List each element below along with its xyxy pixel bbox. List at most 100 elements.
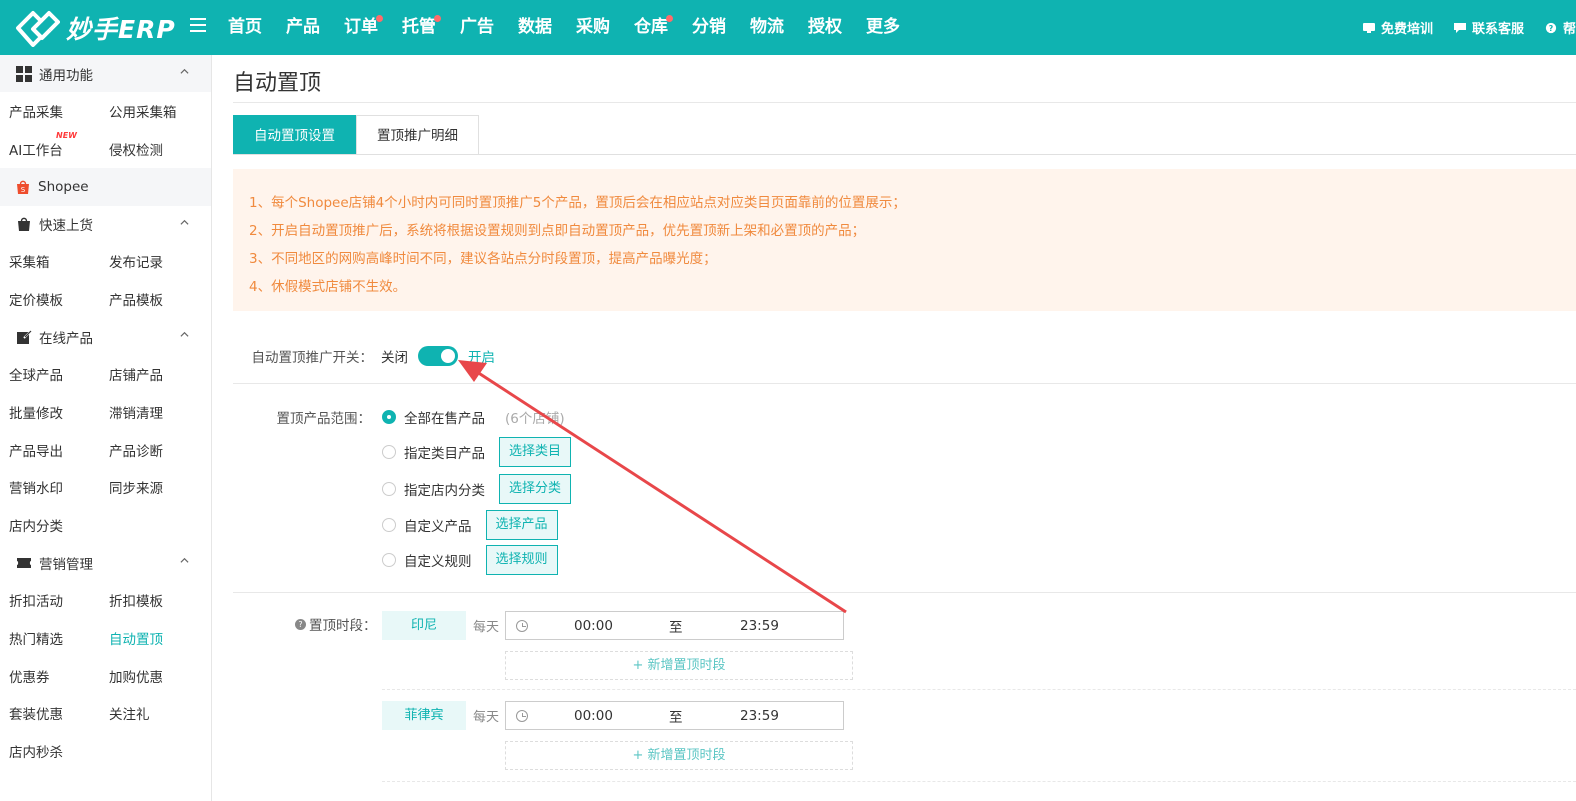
range-option-custom-products[interactable]: 自定义产品 选择产品 [382,510,558,540]
support-link[interactable]: 联系客服 [1453,18,1524,37]
nav-item-8[interactable]: 分销 [692,0,726,55]
select-category-button[interactable]: 选择类目 [499,437,572,467]
sidebar-item-product-collect[interactable]: 产品采集 [0,101,100,121]
question-icon[interactable]: ? [295,618,306,630]
sidebar-platform-shopee[interactable]: S Shopee [0,167,211,206]
chevron-up-icon[interactable] [180,218,189,227]
sidebar-item-marketing-watermark[interactable]: 营销水印 [0,477,100,497]
nav-item-0[interactable]: 首页 [228,0,262,55]
nav-item-4[interactable]: 广告 [460,0,494,55]
sidebar-item-bulk-edit[interactable]: 批量修改 [0,402,100,422]
add-time-slot-button[interactable]: + 新增置顶时段 [505,651,853,680]
nav-item-9[interactable]: 物流 [750,0,784,55]
nav-item-label: 仓库 [634,17,668,37]
nav-item-11[interactable]: 更多 [866,0,900,55]
tabs-divider [233,154,1576,155]
chevron-up-icon[interactable] [180,67,189,76]
nav-item-1[interactable]: 产品 [286,0,320,55]
range-option-custom-rules[interactable]: 自定义规则 选择规则 [382,545,558,575]
logo-text: 妙手ERP [66,15,176,44]
radio-label: 指定类目产品 [404,446,485,462]
sidebar-group-online-products[interactable]: 在线产品 [0,318,211,355]
time-range-picker[interactable]: 00:00 至 23:59 [505,701,844,730]
notice-box: 1、每个Shopee店铺4个小时内可同时置顶推广5个产品，置顶后会在相应站点对应… [233,169,1576,311]
sidebar-item-product-export[interactable]: 产品导出 [0,440,100,460]
sidebar-item-bundle-deal[interactable]: 套装优惠 [0,703,100,723]
sidebar-item-label: AI工作台 [9,142,63,159]
switch-label: 自动置顶推广开关： [251,350,374,366]
grid-icon [16,65,32,82]
sidebar-item-infringement-check[interactable]: 侵权检测 [100,139,200,159]
ticket-icon [17,557,31,568]
auto-top-toggle[interactable] [418,346,458,366]
start-time: 00:00 [574,617,613,634]
add-time-slot-button[interactable]: + 新增置顶时段 [505,741,853,770]
sidebar-item-auto-top[interactable]: 自动置顶 [100,628,200,648]
nav-item-3[interactable]: 托管 [402,0,441,55]
sidebar-item-follow-prize[interactable]: 关注礼 [100,703,200,723]
nav-item-5[interactable]: 数据 [518,0,552,55]
schedule-label: ? 置顶时段： [295,614,377,634]
nav-item-7[interactable]: 仓库 [634,0,673,55]
range-option-all[interactable]: 全部在售产品 (6个店铺) [382,402,565,432]
sidebar-item-product-template[interactable]: 产品模板 [100,289,200,309]
sidebar-item-sync-source[interactable]: 同步来源 [100,477,200,497]
notice-line: 1、每个Shopee店铺4个小时内可同时置顶推广5个产品，置顶后会在相应站点对应… [249,195,906,211]
sidebar-item-store-products[interactable]: 店铺产品 [100,364,200,384]
radio-custom-rules[interactable] [382,553,396,567]
sidebar-item-discount-template[interactable]: 折扣模板 [100,590,200,610]
nav-item-label: 首页 [228,17,262,37]
notice-line: 4、休假模式店铺不生效。 [249,279,407,295]
sidebar-item-flash-sale[interactable]: 店内秒杀 [0,741,100,761]
chevron-up-icon[interactable] [180,330,189,339]
sidebar-group-marketing[interactable]: 营销管理 [0,544,211,581]
nav-item-label: 采购 [576,17,610,37]
switch-off-label: 关闭 [381,350,408,366]
help-label: 帮 [1562,22,1576,37]
title-divider [233,102,1576,103]
radio-category-products[interactable] [382,445,396,459]
monitor-icon [1362,22,1375,33]
notification-dot [666,15,673,22]
nav-item-10[interactable]: 授权 [808,0,842,55]
nav-item-2[interactable]: 订单 [344,0,383,55]
sidebar-item-coupon[interactable]: 优惠券 [0,666,100,686]
select-rules-button[interactable]: 选择规则 [485,545,558,575]
sidebar-item-product-diagnosis[interactable]: 产品诊断 [100,440,200,460]
sidebar-group-general[interactable]: 通用功能 [0,55,211,92]
radio-custom-products[interactable] [382,518,396,532]
sidebar-item-global-products[interactable]: 全球产品 [0,364,100,384]
sidebar-item-slow-sell-cleanup[interactable]: 滞销清理 [100,402,200,422]
sidebar-item-add-on-deal[interactable]: 加购优惠 [100,666,200,686]
sidebar-item-hot-picks[interactable]: 热门精选 [0,628,100,648]
sidebar-item-public-collect-box[interactable]: 公用采集箱 [100,101,200,121]
range-option-category[interactable]: 指定类目产品 选择类目 [382,437,572,467]
range-label: 置顶产品范围： [276,411,372,427]
tab-auto-top-settings[interactable]: 自动置顶设置 [233,115,356,155]
sidebar-group-quick-listing[interactable]: 快速上货 [0,206,211,243]
chevron-up-icon[interactable] [180,556,189,565]
radio-all-on-sale[interactable] [382,410,396,424]
radio-label: 全部在售产品 [404,411,485,427]
new-badge: NEW [56,130,77,140]
sidebar-item-pricing-template[interactable]: 定价模板 [0,289,100,309]
sidebar-item-store-category[interactable]: 店内分类 [0,515,100,535]
training-link[interactable]: 免费培训 [1362,18,1433,37]
help-link[interactable]: ? 帮 [1544,18,1576,37]
select-classification-button[interactable]: 选择分类 [499,474,572,504]
nav-item-6[interactable]: 采购 [576,0,610,55]
radio-store-category[interactable] [382,482,396,496]
range-option-store-category[interactable]: 指定店内分类 选择分类 [382,474,572,504]
sidebar-item-publish-records[interactable]: 发布记录 [100,251,200,271]
sidebar-item-discount-activity[interactable]: 折扣活动 [0,590,100,610]
logo[interactable]: 妙手ERP [14,8,176,48]
sidebar-item-ai-workbench[interactable]: AI工作台 NEW [0,131,100,159]
tab-top-promotion-details[interactable]: 置顶推广明细 [356,115,479,155]
notice-line: 2、开启自动置顶推广后，系统将根据设置规则到点即自动置顶产品，优先置顶新上架和必… [249,223,866,239]
select-products-button[interactable]: 选择产品 [485,510,558,540]
time-range-picker[interactable]: 00:00 至 23:59 [505,611,844,640]
sidebar-item-collect-box[interactable]: 采集箱 [0,251,100,271]
svg-text:S: S [21,186,26,194]
menu-toggle-icon[interactable] [190,18,206,36]
training-label: 免费培训 [1380,22,1433,37]
